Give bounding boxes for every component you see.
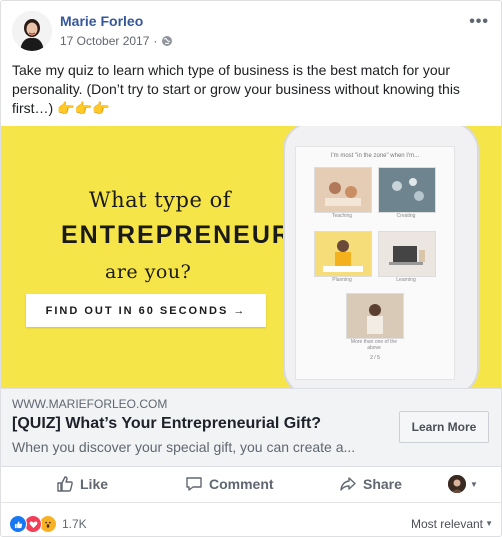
option-label: Creating xyxy=(396,213,416,219)
meta-separator: · xyxy=(153,34,158,48)
option-label: Teaching xyxy=(331,213,352,219)
comment-icon xyxy=(186,477,202,491)
quiz-question: I'm most "in the zone" when I'm... xyxy=(330,153,420,159)
chevron-down-icon[interactable]: ▼ xyxy=(485,519,493,528)
thumbs-up-icon xyxy=(57,476,73,492)
like-label: Like xyxy=(80,476,109,492)
banner-headline-line3: are you? xyxy=(105,261,192,283)
link-description: When you discover your special gift, you… xyxy=(12,439,356,455)
banner-cta: FIND OUT IN 60 SECONDS → xyxy=(26,294,266,327)
audience-selector[interactable]: ▼ xyxy=(448,475,478,493)
phone-mockup: I'm most "in the zone" when I'm... Teach… xyxy=(283,126,479,388)
feed-post: Marie Forleo 17 October 2017 · ••• Take … xyxy=(0,0,502,537)
share-label: Share xyxy=(363,476,402,492)
author-avatar[interactable] xyxy=(12,11,52,51)
option-label: Planning xyxy=(332,277,352,283)
learn-more-button[interactable]: Learn More xyxy=(399,411,489,443)
comment-label: Comment xyxy=(209,476,274,492)
share-icon xyxy=(340,477,356,491)
quiz-banner-image[interactable]: What type of ENTREPRENEUR are you? FIND … xyxy=(1,126,501,388)
link-preview[interactable]: WWW.MARIEFORLEO.COM [QUIZ] What’s Your E… xyxy=(1,388,501,467)
chevron-down-icon: ▼ xyxy=(470,479,478,489)
author-name-link[interactable]: Marie Forleo xyxy=(60,13,143,29)
option-label: More than one of the above xyxy=(350,339,398,351)
post-meta: 17 October 2017 · xyxy=(60,34,173,48)
quiz-pager: 2 / 5 xyxy=(370,355,380,361)
option-label: Learning xyxy=(396,277,416,283)
option-thumb-learning xyxy=(378,231,436,277)
post-message: Take my quiz to learn which type of busi… xyxy=(12,62,460,116)
option-thumb-teaching xyxy=(314,167,372,213)
banner-headline-line2: ENTREPRENEUR xyxy=(61,221,292,249)
reaction-count: 1.7K xyxy=(62,517,87,531)
reactions-summary[interactable]: 1.7K xyxy=(9,515,87,533)
like-reaction-icon xyxy=(9,515,27,533)
link-domain: WWW.MARIEFORLEO.COM xyxy=(12,397,168,411)
banner-headline-line1: What type of xyxy=(89,188,232,212)
phone-screen: I'm most "in the zone" when I'm... Teach… xyxy=(295,146,455,380)
more-options-icon[interactable]: ••• xyxy=(469,13,489,31)
post-date-link[interactable]: 17 October 2017 xyxy=(60,34,149,48)
option-thumb-more xyxy=(346,293,404,339)
option-thumb-creating xyxy=(378,167,436,213)
post-action-bar: Like Comment Share ▼ xyxy=(1,466,501,503)
comment-button[interactable]: Comment xyxy=(185,466,274,502)
like-button[interactable]: Like xyxy=(56,466,108,502)
option-thumb-planning xyxy=(314,231,372,277)
share-button[interactable]: Share xyxy=(339,466,402,502)
globe-icon[interactable] xyxy=(161,35,173,47)
comment-sort-dropdown[interactable]: Most relevant xyxy=(411,517,483,531)
link-title[interactable]: [QUIZ] What’s Your Entrepreneurial Gift? xyxy=(12,415,321,433)
viewer-avatar xyxy=(448,475,466,493)
